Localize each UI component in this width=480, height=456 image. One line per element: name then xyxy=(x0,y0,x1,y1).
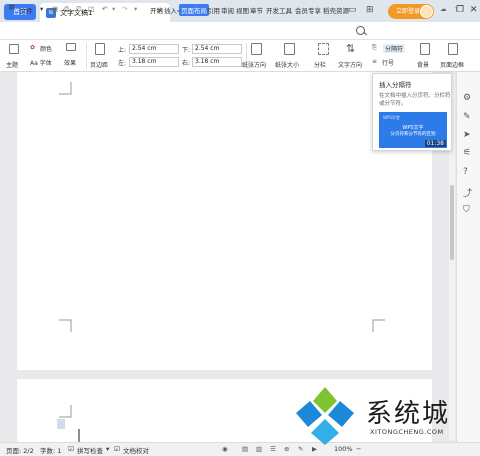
web-layout-icon[interactable]: ▥ xyxy=(256,445,262,453)
checkbox-icon[interactable]: ☑ xyxy=(68,445,74,453)
cloud-icon[interactable]: ☁ xyxy=(440,5,447,13)
word-count[interactable]: 字数: 1 xyxy=(40,445,61,455)
tab-member[interactable]: 会员专享 xyxy=(295,5,321,15)
top-margin-field[interactable]: 2.54 cm xyxy=(129,44,179,54)
file-menu[interactable]: 文件 xyxy=(20,5,33,15)
brand-url: XITONGCHENG.COM xyxy=(370,428,444,436)
columns-button[interactable]: 分栏 xyxy=(314,60,326,69)
grid-icon[interactable]: ⊞ xyxy=(366,5,374,15)
top-margin-label: 上: xyxy=(118,47,127,54)
adjust-icon[interactable]: ⚟ xyxy=(463,148,471,158)
line-numbers-icon: ≡ xyxy=(372,58,378,65)
effects-button[interactable]: 效果 xyxy=(64,58,76,67)
login-button-label: 立即登录 xyxy=(395,8,420,15)
text-direction-icon: ⇅ xyxy=(346,42,356,55)
background-icon xyxy=(420,43,430,55)
theme-icon xyxy=(9,44,19,54)
left-margin-label: 左: xyxy=(118,60,127,67)
tab-view[interactable]: 视图 xyxy=(236,5,249,15)
tooltip-description: 在文档中插入分页符、分栏符或分节符。 xyxy=(379,93,451,107)
theme-button[interactable]: 主题 xyxy=(6,60,18,69)
line-numbers-button[interactable]: 行号 xyxy=(382,58,394,67)
style-icon[interactable]: ⚙ xyxy=(463,93,471,103)
page-size-icon xyxy=(284,43,295,55)
margins-icon xyxy=(95,43,105,55)
print-icon[interactable]: ⎚ xyxy=(76,5,81,14)
right-margin-field[interactable]: 3.18 cm xyxy=(192,57,242,67)
document-page[interactable] xyxy=(17,72,432,370)
ribbon-divider xyxy=(86,43,87,69)
breaks-button[interactable]: 分隔符 xyxy=(383,44,406,53)
avatar xyxy=(420,5,433,18)
undo-dropdown-icon[interactable]: ▾ xyxy=(112,5,115,13)
eye-icon[interactable]: ◉ xyxy=(222,445,228,453)
columns-icon xyxy=(318,43,329,55)
checkbox-icon[interactable]: ☑ xyxy=(114,445,120,453)
background-button[interactable]: 背景 xyxy=(417,60,429,69)
tutorial-video-thumbnail[interactable]: WPS学堂 WPS文字 分页符和分节符的区别 01:38 xyxy=(379,112,447,148)
layout-icon[interactable]: ▭ xyxy=(348,5,357,15)
pen-icon[interactable]: ✎ xyxy=(463,112,471,122)
select-icon[interactable]: ➤ xyxy=(463,130,471,140)
left-margin-field[interactable]: 3.18 cm xyxy=(129,57,179,67)
proofread[interactable]: 文档校对 xyxy=(123,445,149,455)
right-sidebar xyxy=(456,72,480,442)
bottom-margin-field[interactable]: 2.54 cm xyxy=(192,44,242,54)
brand-text: 系统城 xyxy=(366,399,451,429)
save-icon[interactable]: ▣ xyxy=(52,5,58,13)
page-size-button[interactable]: 纸张大小 xyxy=(275,60,299,69)
page-border-icon xyxy=(448,43,458,55)
more-icon[interactable]: ⋮ xyxy=(468,5,475,13)
tab-review[interactable]: 审阅 xyxy=(221,5,234,15)
redo-icon[interactable]: ↷ xyxy=(122,5,127,13)
share-icon[interactable]: ⤴ xyxy=(463,186,472,199)
video-duration: 01:38 xyxy=(424,140,446,147)
dropdown-icon[interactable]: ▾ xyxy=(106,445,109,453)
breaks-tooltip: 插入分隔符 在文档中插入分页符、分栏符或分节符。 WPS学堂 WPS文字 分页符… xyxy=(372,73,452,151)
scrollbar-thumb[interactable] xyxy=(450,185,454,260)
video-title-line1: WPS文字 xyxy=(402,125,424,131)
globe-icon[interactable]: ⊕ xyxy=(284,445,289,453)
fonts-button[interactable]: Aa 字体 xyxy=(30,58,52,67)
preview-icon[interactable]: ◫ xyxy=(88,5,94,13)
right-margin-label: 右: xyxy=(182,60,191,67)
tab-developer[interactable]: 开发工具 xyxy=(266,5,292,15)
effects-icon xyxy=(66,43,76,51)
video-logo: WPS学堂 xyxy=(383,115,400,120)
shield-icon[interactable]: ⛉ xyxy=(463,205,470,215)
tab-home[interactable]: 开始 xyxy=(150,5,163,15)
menu-bar xyxy=(0,22,480,40)
tab-sections[interactable]: 章节 xyxy=(250,5,263,15)
tooltip-title: 插入分隔符 xyxy=(379,81,412,89)
chevron-down-icon[interactable]: ▾ xyxy=(40,5,43,13)
orientation-button[interactable]: 纸张方向 xyxy=(242,60,266,69)
bottom-margin-label: 下: xyxy=(182,47,191,54)
menu-icon[interactable]: ≡ xyxy=(8,3,16,13)
brand-logo xyxy=(296,387,354,445)
tab-page-layout[interactable]: 页面布局 xyxy=(179,4,209,16)
orientation-icon xyxy=(251,43,262,55)
login-button[interactable]: 立即登录 xyxy=(388,4,434,19)
tab-references[interactable]: 引用 xyxy=(207,5,220,15)
page-count[interactable]: 页面: 2/2 xyxy=(6,445,34,455)
export-icon[interactable]: ⎙ xyxy=(64,5,69,14)
share-icon[interactable]: ⇪ xyxy=(454,5,459,13)
breaks-icon: ⎘ xyxy=(372,44,377,51)
outline-icon[interactable]: ☰ xyxy=(270,445,276,453)
undo-icon[interactable]: ↶ xyxy=(102,5,107,13)
tab-insert[interactable]: 插入 xyxy=(164,5,177,15)
tab-docer[interactable]: 稻壳资源 xyxy=(323,5,349,15)
palette-icon: ✿ xyxy=(30,44,36,51)
margins-button[interactable]: 页边距 xyxy=(90,60,108,69)
page-border-button[interactable]: 页面边框 xyxy=(440,60,464,69)
search-icon[interactable] xyxy=(356,26,365,35)
chevron-down-icon[interactable]: ▾ xyxy=(134,5,137,13)
help-icon[interactable]: ? xyxy=(463,167,468,177)
print-layout-icon[interactable]: ▤ xyxy=(242,445,248,453)
video-title-line2: 分页符和分节符的区别 xyxy=(390,132,436,137)
colors-button[interactable]: 颜色 xyxy=(40,44,52,53)
text-direction-button[interactable]: 文字方向 xyxy=(338,60,362,69)
page-crop-marks xyxy=(59,82,385,332)
spell-check[interactable]: 拼写检查 xyxy=(77,445,103,455)
